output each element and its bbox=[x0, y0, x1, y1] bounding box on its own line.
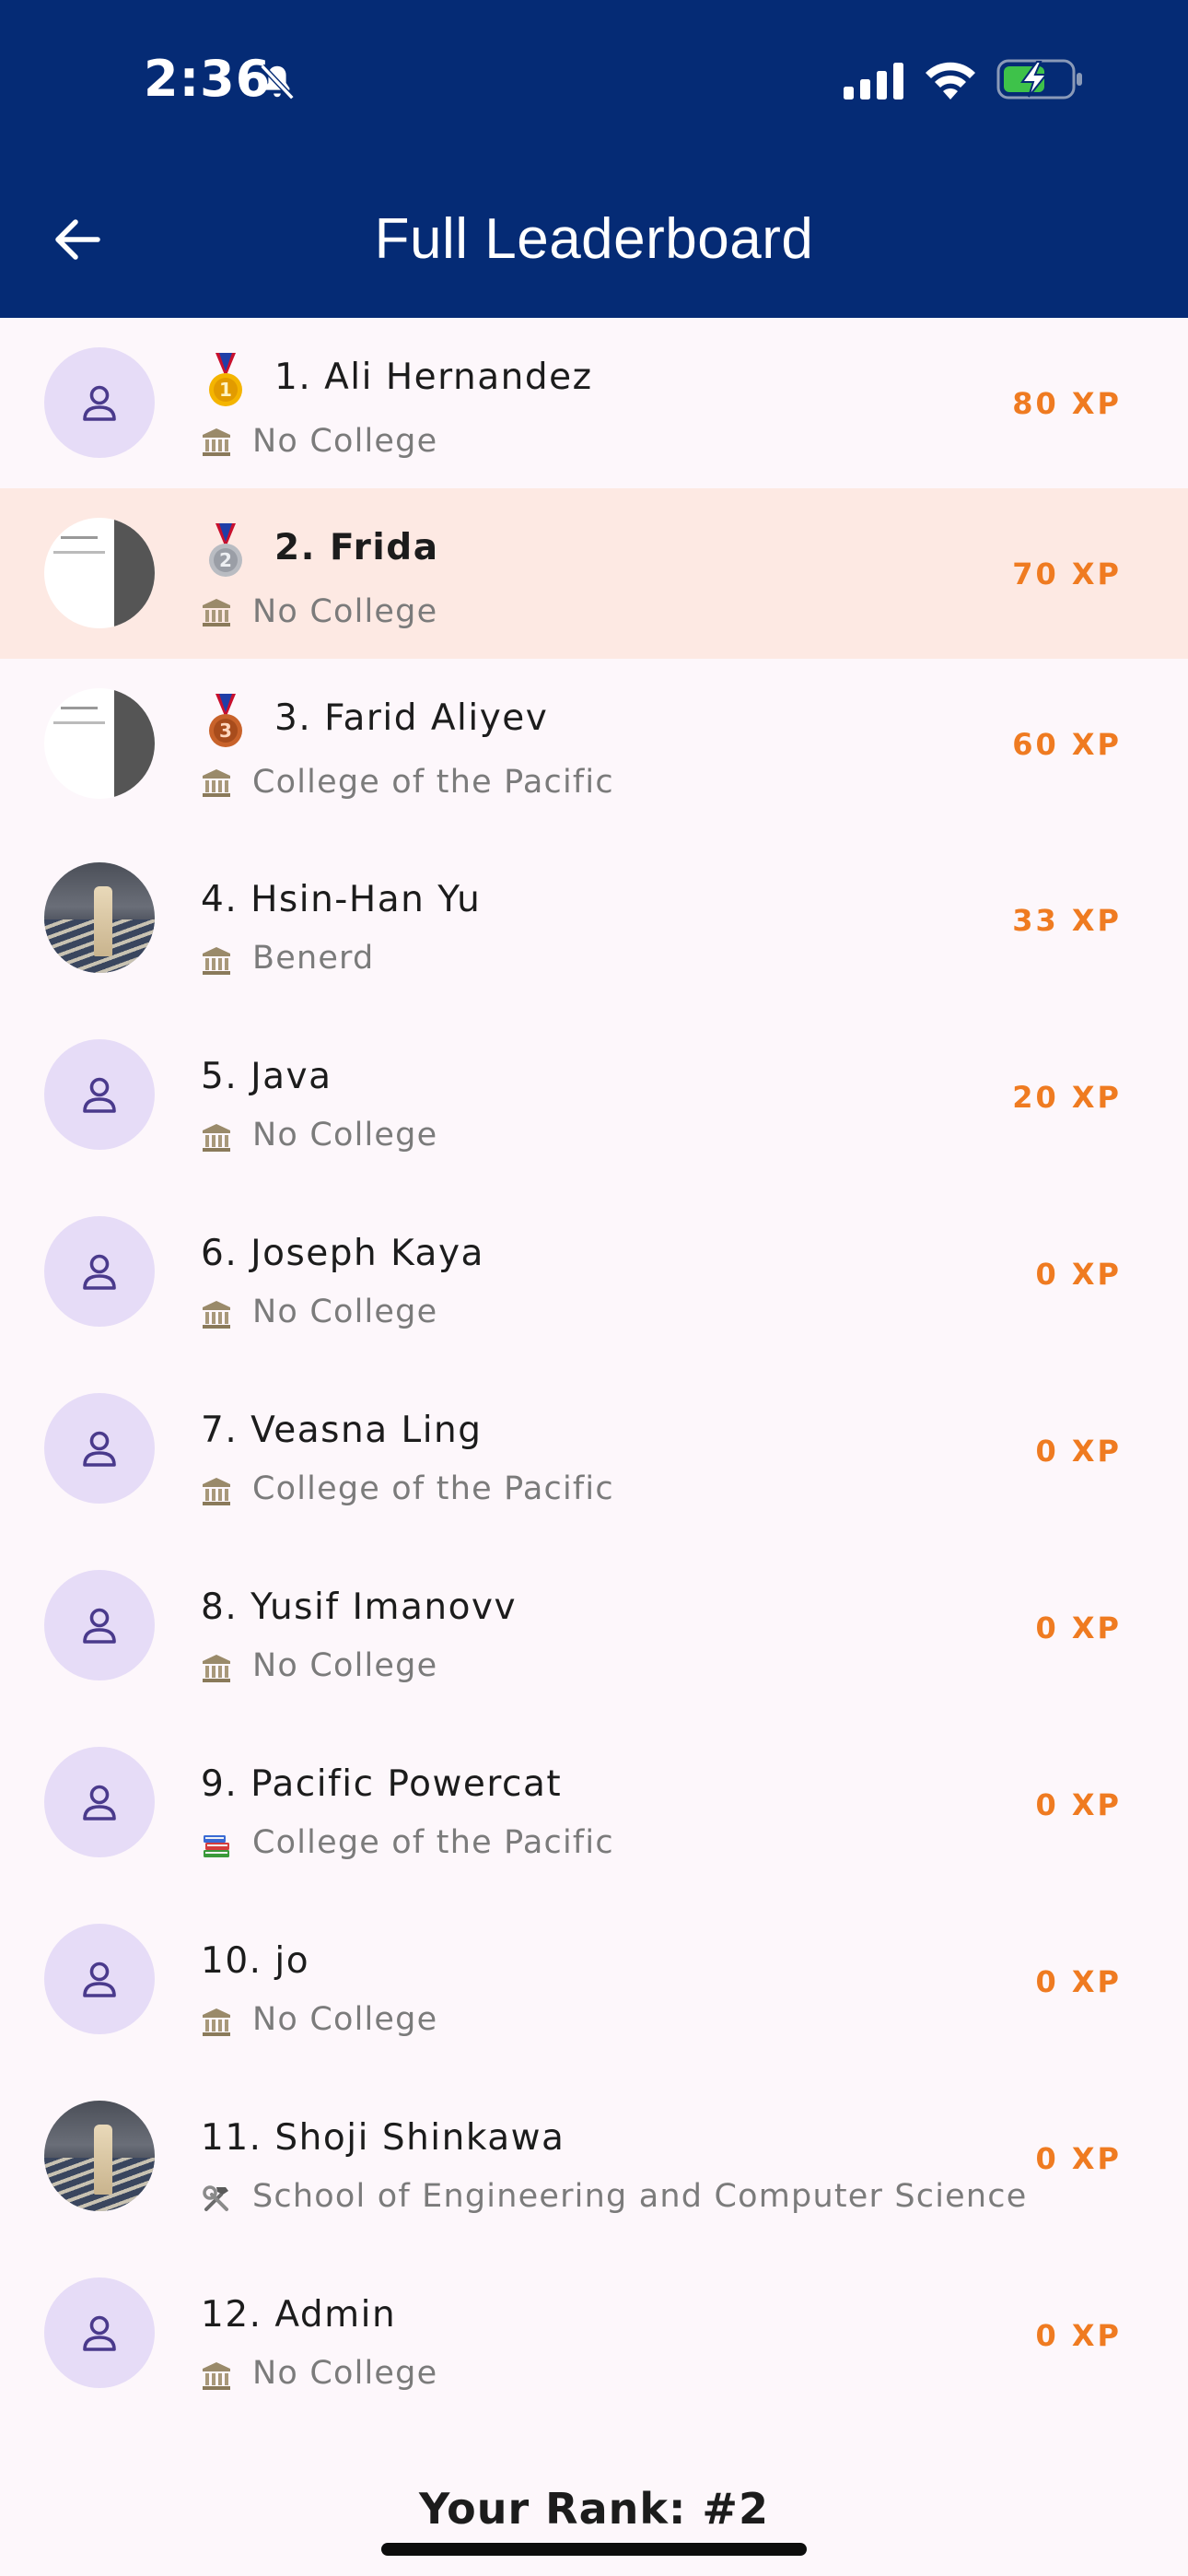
leaderboard-row-current-user[interactable]: 2 2. Frida No College 70 XP bbox=[0, 488, 1188, 659]
avatar bbox=[44, 862, 155, 973]
xp-value: 0 XP bbox=[1035, 2318, 1122, 2353]
silver-medal-icon: 2 bbox=[209, 523, 242, 577]
college-name: No College bbox=[252, 2355, 438, 2392]
your-rank-label: Your Rank: #2 bbox=[419, 2484, 769, 2534]
player-name: 8. Yusif Imanovv bbox=[201, 1587, 518, 1628]
classical-building-icon bbox=[203, 1124, 230, 1152]
leaderboard-row[interactable]: 12. Admin No College 0 XP bbox=[0, 2244, 1188, 2421]
college-name: No College bbox=[252, 1294, 438, 1330]
svg-text:1: 1 bbox=[219, 379, 232, 401]
user-icon bbox=[83, 1431, 116, 1467]
leaderboard-row[interactable]: 6. Joseph Kaya No College 0 XP bbox=[0, 1183, 1188, 1360]
user-icon bbox=[83, 385, 116, 421]
classical-building-icon bbox=[203, 1301, 230, 1329]
avatar bbox=[44, 2101, 155, 2211]
leaderboard-list: 1 1. Ali Hernandez No College 80 XP 2 2.… bbox=[0, 318, 1188, 2421]
xp-value: 20 XP bbox=[1012, 1080, 1122, 1115]
avatar bbox=[44, 2277, 155, 2388]
classical-building-icon bbox=[203, 769, 230, 797]
college-name: No College bbox=[252, 1117, 438, 1153]
classical-building-icon bbox=[203, 428, 230, 456]
college-name: No College bbox=[252, 423, 438, 460]
avatar bbox=[44, 1039, 155, 1150]
player-name: 4. Hsin-Han Yu bbox=[201, 879, 482, 920]
classical-building-icon bbox=[203, 1478, 230, 1505]
avatar bbox=[44, 1570, 155, 1680]
books-icon bbox=[204, 1835, 229, 1857]
classical-building-icon bbox=[203, 599, 230, 626]
hammer-and-wrench-icon bbox=[203, 2185, 228, 2211]
player-name: 1. Ali Hernandez bbox=[274, 357, 593, 398]
avatar bbox=[44, 1393, 155, 1504]
player-name: 6. Joseph Kaya bbox=[201, 1233, 484, 1274]
cellular-signal-icon bbox=[844, 63, 903, 100]
avatar bbox=[44, 688, 155, 799]
xp-value: 0 XP bbox=[1035, 1434, 1122, 1469]
leaderboard-row[interactable]: 9. Pacific Powercat College of the Pacif… bbox=[0, 1714, 1188, 1891]
classical-building-icon bbox=[203, 1655, 230, 1682]
player-name: 5. Java bbox=[201, 1056, 332, 1097]
classical-building-icon bbox=[203, 2362, 230, 2390]
xp-value: 0 XP bbox=[1035, 1787, 1122, 1822]
college-name: College of the Pacific bbox=[252, 764, 614, 801]
leaderboard-row[interactable]: 3 3. Farid Aliyev College of the Pacific… bbox=[0, 659, 1188, 829]
xp-value: 33 XP bbox=[1012, 903, 1122, 938]
classical-building-icon bbox=[203, 2008, 230, 2036]
leaderboard-row[interactable]: 4. Hsin-Han Yu Benerd 33 XP bbox=[0, 829, 1188, 1006]
xp-value: 0 XP bbox=[1035, 1610, 1122, 1645]
svg-text:2: 2 bbox=[219, 549, 232, 571]
player-name: 2. Frida bbox=[274, 527, 439, 568]
status-time: 2:36 bbox=[144, 50, 272, 108]
xp-value: 80 XP bbox=[1012, 386, 1122, 421]
bell-slash-icon bbox=[260, 64, 295, 100]
user-icon bbox=[83, 1077, 116, 1113]
avatar bbox=[44, 1747, 155, 1857]
college-name: No College bbox=[252, 2001, 438, 2038]
avatar bbox=[44, 518, 155, 628]
xp-value: 0 XP bbox=[1035, 1257, 1122, 1292]
college-name: No College bbox=[252, 1647, 438, 1684]
app-header: 2:36 Full Leaderboard bbox=[0, 0, 1188, 318]
bronze-medal-icon: 3 bbox=[209, 694, 242, 747]
player-name: 3. Farid Aliyev bbox=[274, 697, 549, 739]
xp-value: 0 XP bbox=[1035, 1964, 1122, 1999]
svg-text:3: 3 bbox=[219, 720, 232, 742]
classical-building-icon bbox=[203, 947, 230, 975]
gold-medal-icon: 1 bbox=[209, 353, 242, 406]
user-icon bbox=[83, 2315, 116, 2351]
college-name: School of Engineering and Computer Scien… bbox=[252, 2178, 1028, 2215]
avatar bbox=[44, 347, 155, 458]
player-name: 9. Pacific Powercat bbox=[201, 1763, 563, 1805]
xp-value: 70 XP bbox=[1012, 556, 1122, 591]
avatar bbox=[44, 1924, 155, 2034]
leaderboard-row[interactable]: 1 1. Ali Hernandez No College 80 XP bbox=[0, 318, 1188, 488]
leaderboard-row[interactable]: 10. jo No College 0 XP bbox=[0, 1891, 1188, 2067]
college-name: Benerd bbox=[252, 940, 375, 977]
wifi-icon bbox=[926, 62, 975, 100]
user-icon bbox=[83, 1254, 116, 1290]
player-name: 11. Shoji Shinkawa bbox=[201, 2117, 565, 2159]
college-name: No College bbox=[252, 593, 438, 630]
player-name: 7. Veasna Ling bbox=[201, 1410, 483, 1451]
leaderboard-row[interactable]: 7. Veasna Ling College of the Pacific 0 … bbox=[0, 1360, 1188, 1537]
leaderboard-row[interactable]: 5. Java No College 20 XP bbox=[0, 1006, 1188, 1183]
player-name: 12. Admin bbox=[201, 2294, 397, 2336]
battery-charging-icon bbox=[996, 59, 1082, 100]
xp-value: 60 XP bbox=[1012, 727, 1122, 762]
user-icon bbox=[83, 1608, 116, 1644]
page-title: Full Leaderboard bbox=[374, 207, 814, 271]
leaderboard-row[interactable]: 11. Shoji Shinkawa School of Engineering… bbox=[0, 2067, 1188, 2244]
college-name: College of the Pacific bbox=[252, 1470, 614, 1507]
home-indicator[interactable] bbox=[381, 2543, 807, 2556]
user-icon bbox=[83, 1961, 116, 1997]
xp-value: 0 XP bbox=[1035, 2141, 1122, 2176]
user-icon bbox=[83, 1785, 116, 1821]
college-name: College of the Pacific bbox=[252, 1824, 614, 1861]
leaderboard-row[interactable]: 8. Yusif Imanovv No College 0 XP bbox=[0, 1537, 1188, 1714]
avatar bbox=[44, 1216, 155, 1327]
player-name: 10. jo bbox=[201, 1940, 310, 1982]
